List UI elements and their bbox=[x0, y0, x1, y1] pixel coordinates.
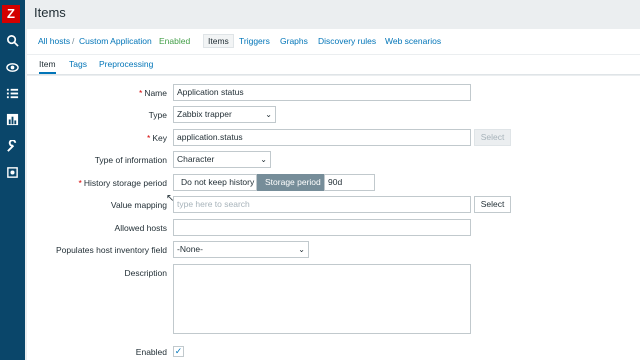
nav-web-scenarios[interactable]: Web scenarios bbox=[385, 36, 441, 46]
tab-tags[interactable]: Tags bbox=[69, 59, 87, 69]
info-type-select[interactable]: Character ⌄ bbox=[173, 151, 271, 168]
value-mapping-label: Value mapping bbox=[110, 200, 167, 210]
info-type-label: Type of information bbox=[94, 155, 167, 165]
item-form: * Name Application status Type Zabbix tra… bbox=[27, 76, 640, 360]
host-navbar: All hosts / Custom Application Enabled I… bbox=[27, 29, 640, 55]
breadcrumb-host[interactable]: Custom Application bbox=[79, 36, 152, 46]
allowed-hosts-label: Allowed hosts bbox=[114, 223, 167, 233]
inventory-label: Populates host inventory field bbox=[55, 245, 167, 255]
nav-items[interactable]: Items bbox=[203, 34, 234, 48]
enabled-checkbox[interactable]: ✓ bbox=[173, 346, 184, 357]
name-input[interactable]: Application status bbox=[173, 84, 471, 101]
enabled-label: Enabled bbox=[135, 347, 167, 357]
type-select[interactable]: Zabbix trapper ⌄ bbox=[173, 106, 276, 123]
name-label: * Name bbox=[139, 88, 167, 98]
type-label: Type bbox=[148, 110, 167, 120]
list-icon[interactable] bbox=[3, 84, 21, 102]
key-label: * Key bbox=[147, 133, 167, 143]
checkmark-icon: ✓ bbox=[174, 346, 183, 356]
search-icon[interactable] bbox=[3, 31, 21, 49]
history-label: * History storage period bbox=[78, 178, 167, 188]
description-textarea[interactable] bbox=[173, 264, 471, 334]
history-do-not-keep-button[interactable]: Do not keep history bbox=[173, 174, 257, 191]
chevron-down-icon: ⌄ bbox=[260, 155, 267, 164]
item-tabs: Item Tags Preprocessing bbox=[27, 55, 640, 75]
bar-chart-icon[interactable] bbox=[3, 110, 21, 128]
value-mapping-input[interactable]: type here to search bbox=[173, 196, 471, 213]
wrench-icon[interactable] bbox=[3, 137, 21, 155]
nav-graphs[interactable]: Graphs bbox=[280, 36, 308, 46]
inventory-select[interactable]: -None- ⌄ bbox=[173, 241, 309, 258]
history-storage-period-button[interactable]: Storage period bbox=[257, 174, 324, 191]
nav-triggers[interactable]: Triggers bbox=[239, 36, 270, 46]
page-title: Items bbox=[34, 5, 66, 20]
tab-item[interactable]: Item bbox=[39, 59, 56, 74]
breadcrumb-separator: / bbox=[72, 36, 75, 46]
allowed-hosts-input[interactable] bbox=[173, 219, 471, 236]
chevron-down-icon: ⌄ bbox=[298, 245, 305, 254]
mouse-cursor: ↖ bbox=[166, 193, 175, 204]
eye-icon[interactable] bbox=[3, 58, 21, 76]
key-input[interactable]: application.status bbox=[173, 129, 471, 146]
zabbix-logo[interactable]: Z bbox=[2, 5, 20, 23]
host-status-badge[interactable]: Enabled bbox=[159, 36, 190, 46]
gear-icon[interactable] bbox=[3, 163, 21, 181]
value-mapping-select-button[interactable]: Select bbox=[474, 196, 511, 213]
nav-discovery-rules[interactable]: Discovery rules bbox=[318, 36, 376, 46]
key-select-button[interactable]: Select bbox=[474, 129, 511, 146]
sidebar: Z bbox=[0, 0, 25, 360]
breadcrumb-all-hosts[interactable]: All hosts bbox=[38, 36, 70, 46]
history-period-input[interactable]: 90d bbox=[324, 174, 375, 191]
chevron-down-icon: ⌄ bbox=[265, 110, 272, 119]
tab-preprocessing[interactable]: Preprocessing bbox=[99, 59, 153, 69]
description-label: Description bbox=[124, 268, 167, 278]
